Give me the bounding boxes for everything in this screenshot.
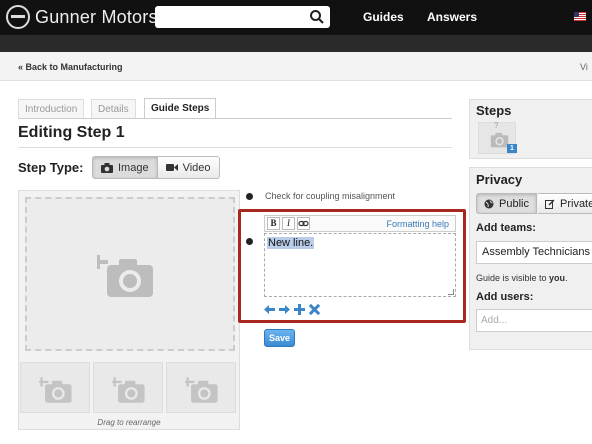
- link-button[interactable]: [297, 217, 310, 230]
- edit-icon: [545, 199, 555, 209]
- bullet-marker: [246, 193, 253, 200]
- add-photo-icon: [97, 255, 153, 297]
- video-type-label: Video: [182, 161, 211, 174]
- search-input[interactable]: [155, 6, 330, 28]
- back-to-manufacturing-link[interactable]: « Back to Manufacturing: [18, 62, 123, 72]
- add-users-label: Add users:: [476, 291, 534, 303]
- image-thumbnail-slot-1[interactable]: [20, 362, 90, 413]
- step-type-label: Step Type:: [18, 160, 84, 175]
- tab-introduction[interactable]: Introduction: [18, 99, 85, 118]
- step-type-toggle: Image Video: [92, 156, 220, 179]
- image-type-button[interactable]: Image: [92, 156, 158, 179]
- nav-answers[interactable]: Answers: [427, 10, 477, 24]
- bullet-line-1[interactable]: Check for coupling misalignment: [265, 191, 395, 201]
- breadcrumb-bar: « Back to Manufacturing Vi: [0, 52, 592, 81]
- image-thumbnail-slot-3[interactable]: [166, 362, 236, 413]
- add-bullet-icon[interactable]: [294, 304, 305, 315]
- privacy-heading: Privacy: [476, 172, 523, 187]
- private-toggle-button[interactable]: Private: [538, 193, 592, 214]
- add-photo-icon: [185, 377, 218, 403]
- bullet-actions: [264, 304, 320, 315]
- editor-selected-text: New line.: [267, 237, 315, 249]
- arrow-right-icon[interactable]: [279, 304, 290, 315]
- view-link[interactable]: Vi: [580, 62, 588, 72]
- resize-grip-icon[interactable]: [448, 289, 454, 295]
- bullet-text-editor[interactable]: New line.: [264, 233, 456, 297]
- page-title: Editing Step 1: [18, 124, 125, 141]
- visibility-prefix: Guide is visible to: [476, 273, 550, 283]
- visibility-note: Guide is visible to you.: [476, 273, 568, 283]
- steps-heading: Steps: [476, 103, 512, 118]
- image-thumbnail-slot-2[interactable]: [93, 362, 163, 413]
- globe-icon: [484, 199, 494, 208]
- delete-bullet-icon[interactable]: [309, 304, 320, 315]
- nav-guides[interactable]: Guides: [363, 10, 404, 24]
- language-flag-icon[interactable]: [574, 12, 586, 21]
- save-button[interactable]: Save: [264, 329, 295, 347]
- tab-divider: [18, 118, 452, 119]
- tab-details[interactable]: Details: [91, 99, 136, 118]
- add-users-input[interactable]: Add...: [476, 309, 592, 332]
- add-teams-label: Add teams:: [476, 222, 536, 234]
- formatting-help-link[interactable]: Formatting help: [386, 219, 449, 229]
- drag-to-rearrange-hint: Drag to rearrange: [97, 418, 161, 427]
- subheader-band: [0, 35, 592, 52]
- arrow-left-icon[interactable]: [264, 304, 275, 315]
- main-image-dropzone[interactable]: [25, 197, 235, 351]
- brand-name: Gunner Motors: [35, 6, 158, 27]
- camera-placeholder-icon: [490, 132, 509, 148]
- video-type-button[interactable]: Video: [157, 156, 220, 179]
- step-number-badge: 1: [507, 144, 517, 153]
- formatting-toolbar: B I Formatting help: [264, 215, 456, 232]
- visibility-suffix: .: [565, 273, 568, 283]
- logo-icon: [6, 5, 30, 29]
- public-toggle-button[interactable]: Public: [476, 193, 537, 214]
- italic-button[interactable]: I: [282, 217, 295, 230]
- link-icon: [298, 220, 309, 227]
- brand-logo[interactable]: Gunner Motors: [6, 5, 158, 29]
- image-type-label: Image: [118, 161, 149, 174]
- top-navbar: Gunner Motors Guides Answers: [0, 0, 592, 35]
- title-divider: [18, 147, 452, 148]
- add-photo-icon: [39, 377, 72, 403]
- tab-guide-steps[interactable]: Guide Steps: [144, 98, 217, 118]
- public-label: Public: [499, 197, 529, 210]
- video-camera-icon: [165, 164, 178, 171]
- search-icon[interactable]: [309, 9, 325, 25]
- add-photo-icon: [112, 377, 145, 403]
- team-select[interactable]: Assembly Technicians: [476, 241, 592, 264]
- private-label: Private: [560, 197, 592, 210]
- camera-icon: [101, 162, 113, 173]
- bold-button[interactable]: B: [267, 217, 280, 230]
- visibility-who: you: [549, 273, 566, 283]
